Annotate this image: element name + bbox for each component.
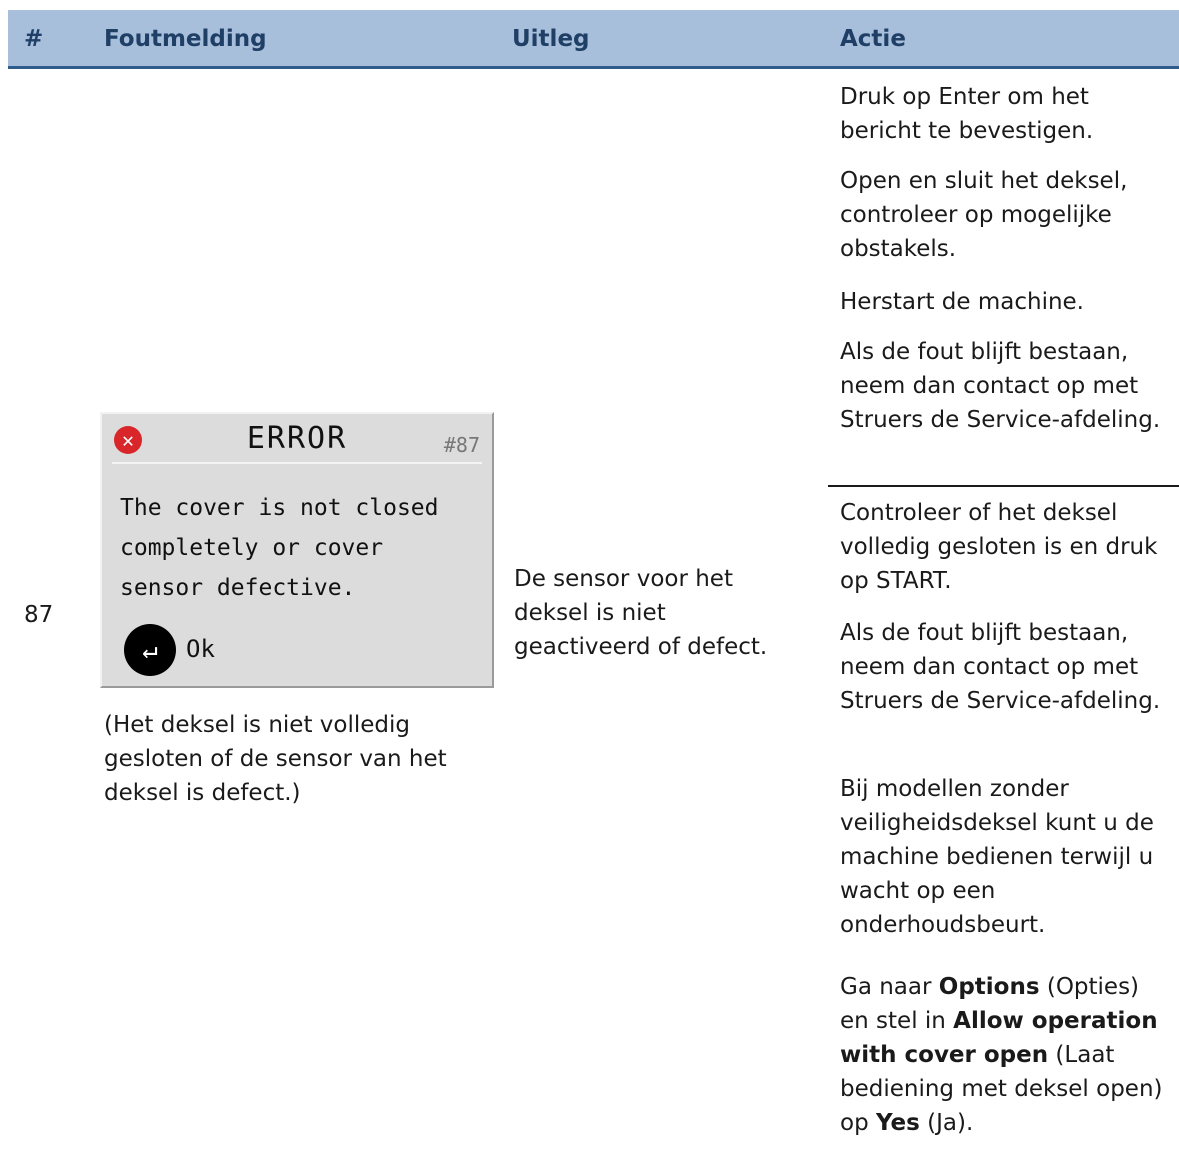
screen-title: ERROR	[246, 421, 348, 456]
screen-divider	[112, 462, 482, 464]
header-foutmelding: Foutmelding	[104, 26, 267, 52]
action-paragraph: Controleer of het deksel volledig geslot…	[840, 500, 1158, 594]
error-screen: ✕ ERROR #87 The cover is not closed comp…	[100, 412, 494, 688]
action-paragraph: Druk op Enter om het bericht te bevestig…	[840, 84, 1094, 144]
enter-key-icon: ↵	[124, 624, 176, 676]
screen-message: The cover is not closed completely or co…	[120, 495, 439, 601]
row-divider	[828, 485, 1179, 487]
screen-ok-label: Ok	[186, 635, 215, 663]
screen-error-code: #87	[443, 433, 480, 457]
error-caption: (Het deksel is niet volledig gesloten of…	[104, 712, 447, 806]
action-paragraph: Open en sluit het deksel, controleer op …	[840, 168, 1128, 262]
header-actie: Actie	[840, 26, 906, 52]
header-number: #	[24, 26, 44, 52]
error-number: 87	[24, 602, 54, 628]
action-paragraph: Herstart de machine.	[840, 289, 1084, 315]
options-instruction: Ga naar Options (Opties) en stel in Allo…	[840, 974, 1163, 1136]
action-paragraph: Als de fout blijft bestaan, neem dan con…	[840, 620, 1161, 714]
table-header: # Foutmelding Uitleg Actie	[8, 10, 1179, 69]
yes-term: Yes	[875, 1110, 920, 1136]
header-uitleg: Uitleg	[512, 26, 590, 52]
uitleg-text: De sensor voor het deksel is niet geacti…	[514, 566, 768, 660]
action-paragraph: Bij modellen zonder veiligheidsdeksel ku…	[840, 776, 1154, 938]
options-term: Options	[938, 974, 1040, 1000]
action-paragraph: Als de fout blijft bestaan, neem dan con…	[840, 339, 1161, 433]
